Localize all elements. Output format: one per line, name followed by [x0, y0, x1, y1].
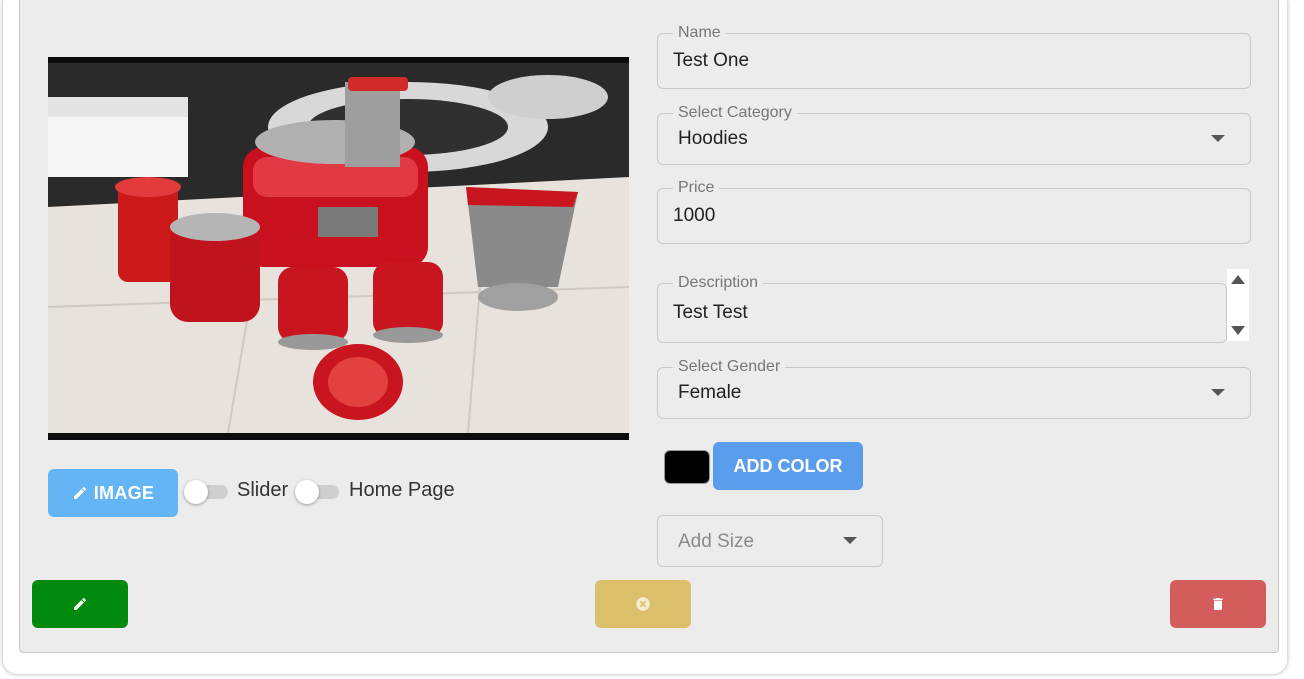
description-field-label: Description — [673, 273, 764, 293]
chevron-down-icon — [1211, 135, 1225, 142]
size-select-placeholder: Add Size — [678, 531, 755, 552]
add-color-label: ADD COLOR — [733, 455, 843, 476]
category-select-value: Hoodies — [678, 128, 748, 149]
gender-select-label: Select Gender — [673, 357, 786, 377]
product-editor-card: IMAGE Slider Home Page Name Test One Sel… — [3, 0, 1287, 674]
price-field[interactable]: Price 1000 — [657, 178, 1251, 244]
name-field[interactable]: Name Test One — [657, 23, 1251, 89]
chevron-down-icon — [843, 537, 857, 544]
home-page-toggle-knob — [295, 480, 319, 504]
name-field-label: Name — [673, 23, 726, 43]
color-swatch[interactable] — [664, 450, 710, 484]
add-color-button[interactable]: ADD COLOR — [713, 442, 863, 490]
scroll-down-icon[interactable] — [1231, 326, 1245, 335]
description-field[interactable]: Description Test Test — [657, 273, 1227, 343]
price-field-value: 1000 — [673, 205, 716, 226]
price-field-label: Price — [673, 178, 720, 198]
slider-toggle-label: Slider — [237, 479, 289, 501]
save-edit-button[interactable] — [32, 580, 128, 628]
description-field-value: Test Test — [673, 302, 748, 323]
slider-toggle-knob — [184, 480, 208, 504]
close-circle-icon — [636, 597, 650, 611]
trash-icon — [1213, 598, 1223, 610]
pencil-icon — [73, 486, 86, 499]
name-field-value: Test One — [673, 50, 750, 71]
gender-select[interactable]: Select Gender Female — [657, 357, 1251, 419]
pencil-icon — [74, 597, 87, 610]
slider-toggle[interactable] — [184, 480, 228, 504]
upload-image-button[interactable]: IMAGE — [48, 469, 178, 517]
product-form-panel: IMAGE Slider Home Page Name Test One Sel… — [19, 0, 1279, 653]
product-image — [48, 57, 629, 440]
home-page-toggle-label: Home Page — [349, 479, 455, 501]
description-scrollbar[interactable] — [1227, 269, 1249, 341]
category-select[interactable]: Select Category Hoodies — [657, 103, 1251, 165]
scroll-up-icon[interactable] — [1231, 275, 1245, 284]
gender-select-value: Female — [678, 382, 742, 403]
chevron-down-icon — [1211, 389, 1225, 396]
upload-image-label: IMAGE — [93, 482, 155, 503]
size-select[interactable]: Add Size — [657, 515, 883, 567]
delete-button[interactable] — [1170, 580, 1266, 628]
home-page-toggle[interactable] — [295, 480, 339, 504]
category-select-label: Select Category — [673, 103, 797, 123]
cancel-button[interactable] — [595, 580, 691, 628]
